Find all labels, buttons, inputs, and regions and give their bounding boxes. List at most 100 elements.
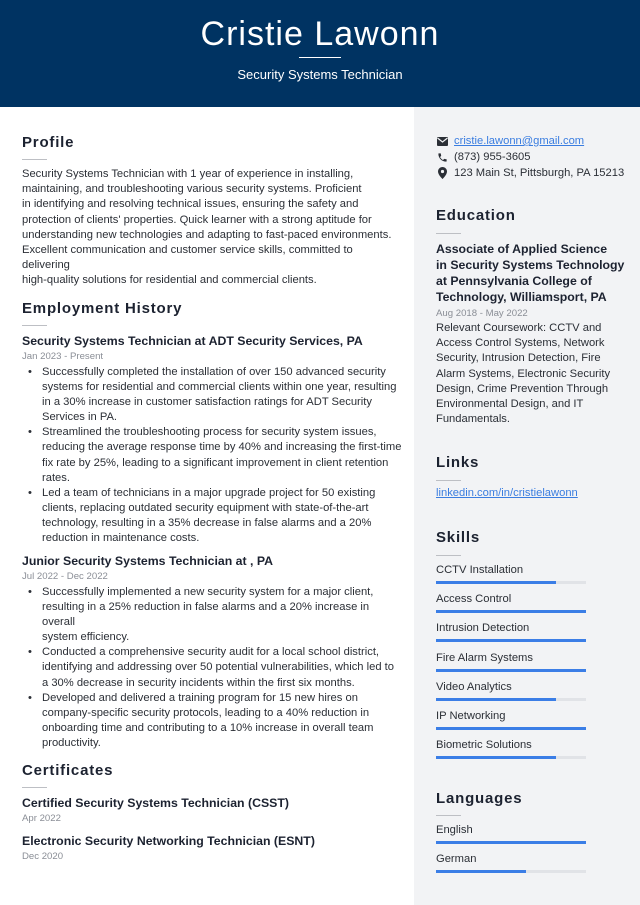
bullet-line: in a 30% increase in customer satisfacti… <box>42 396 372 409</box>
links-divider <box>436 480 461 481</box>
bullet-line: clients, replacing outdated security equ… <box>42 501 369 514</box>
map-pin-icon <box>436 167 448 179</box>
coursework-line: Fundamentals. <box>436 413 511 426</box>
job-bullet: Streamlined the troubleshooting process … <box>28 425 402 485</box>
coursework-line: Design, Crime Prevention Through <box>436 382 609 395</box>
bullet-line: Streamlined the troubleshooting process … <box>42 426 377 439</box>
phone-icon <box>436 151 448 163</box>
bullet-line: fix rate by 25%, leading to a significan… <box>42 456 389 469</box>
address: 123 Main St, Pittsburgh, PA 15213 <box>454 167 625 179</box>
contact-email-row: cristie.lawonn@gmail.com <box>436 133 636 149</box>
job-bullets: Successfully implemented a new security … <box>22 585 402 751</box>
certificate-date: Dec 2020 <box>22 851 64 862</box>
skill-level-fill <box>436 727 586 730</box>
language-item: German <box>436 852 596 873</box>
bullet-line: Services in PA. <box>42 411 118 424</box>
job-entry-dates: Jul 2022 - Dec 2022 <box>22 571 108 582</box>
sidebar <box>414 107 640 905</box>
skill-item: CCTV Installation <box>436 563 596 584</box>
profile-heading: Profile <box>22 134 75 151</box>
job-bullet: Led a team of technicians in a major upg… <box>28 486 402 546</box>
coursework-line: Relevant Coursework: CCTV and <box>436 322 602 334</box>
bullet-line: a 30% decrease in security incidents wit… <box>42 676 355 689</box>
skill-level-fill <box>436 639 586 643</box>
language-item: English <box>436 823 596 844</box>
contact-address-row: 123 Main St, Pittsburgh, PA 15213 <box>436 165 636 181</box>
bullet-line: system efficiency. <box>42 631 130 644</box>
skill-name: Intrusion Detection <box>436 622 530 635</box>
skill-item: Access Control <box>436 592 596 614</box>
job-bullets: Successfully completed the installation … <box>22 365 402 546</box>
skill-level-fill <box>436 581 556 584</box>
bullet-line: systems for residential and commercial c… <box>42 381 397 394</box>
education-entry: Associate of Applied Science in Security… <box>436 241 626 427</box>
profile-line: Excellent communication and customer ser… <box>22 244 353 272</box>
education-dates: Aug 2018 - May 2022 <box>436 308 528 319</box>
skill-name: IP Networking <box>436 710 506 722</box>
coursework-line: Security, Intrusion Detection, Fire <box>436 352 601 365</box>
phone-number: (873) 955-3605 <box>454 151 531 163</box>
skill-item: IP Networking <box>436 709 596 730</box>
skill-item: Intrusion Detection <box>436 621 596 643</box>
skill-level-fill <box>436 697 556 701</box>
employment-divider <box>22 325 47 326</box>
education-divider <box>436 233 461 234</box>
email-link[interactable]: cristie.lawonn@gmail.com <box>454 135 584 147</box>
job-entry-title: Security Systems Technician at ADT Secur… <box>22 334 363 348</box>
certificate-item: Certified Security Systems Technician (C… <box>22 795 402 825</box>
employment-heading: Employment History <box>22 300 183 317</box>
certificate-name: Electronic Security Networking Technicia… <box>22 834 315 848</box>
languages-divider <box>436 815 461 816</box>
skill-name: Biometric Solutions <box>436 739 532 752</box>
linkedin-link[interactable]: linkedin.com/in/cristielawonn <box>436 487 578 499</box>
skill-level-bar <box>436 639 586 643</box>
degree-line: Technology, Williamsport, PA <box>436 290 607 304</box>
bullet-line: Conducted a comprehensive security audit… <box>42 646 380 659</box>
skill-level-bar <box>436 727 586 730</box>
coursework-line: Environmental Design, and IT <box>436 398 584 411</box>
job-entry-dates: Jan 2023 - Present <box>22 351 104 362</box>
degree-line: in Security Systems Technology <box>436 258 625 272</box>
header-divider <box>299 57 341 58</box>
profile-line: in identifying and resolving technical i… <box>22 198 359 211</box>
job-entry-title: Junior Security Systems Technician at , … <box>22 554 274 568</box>
job-entry: Junior Security Systems Technician at , … <box>22 553 402 751</box>
language-name: German <box>436 853 477 865</box>
coursework-line: Alarm Systems, Electronic Security <box>436 367 611 380</box>
skill-level-bar <box>436 610 586 614</box>
coursework-line: Access Control Systems, Network <box>436 337 605 350</box>
bullet-line: reducing the average response time by 40… <box>42 441 402 454</box>
profile-line: understanding new technologies and adapt… <box>22 228 392 241</box>
links-heading: Links <box>436 454 480 471</box>
certificate-item: Electronic Security Networking Technicia… <box>22 833 402 863</box>
bullet-line: company-specific security protocols, lea… <box>42 706 370 719</box>
coursework: Relevant Coursework: CCTV and Access Con… <box>436 321 626 427</box>
job-title: Security Systems Technician <box>237 67 403 82</box>
language-level-bar <box>436 841 586 844</box>
degree: Associate of Applied Science in Security… <box>436 241 626 305</box>
profile-line: Security Systems Technician with 1 year … <box>22 168 354 180</box>
bullet-line: resulting in a 25% reduction in false al… <box>42 601 370 629</box>
job-bullet: Successfully completed the installation … <box>28 365 402 425</box>
skill-level-bar <box>436 668 586 672</box>
profile-divider <box>22 159 47 160</box>
contact-info: cristie.lawonn@gmail.com (873) 955-3605 … <box>436 133 636 181</box>
skill-level-bar <box>436 756 586 760</box>
education-heading: Education <box>436 207 516 224</box>
skill-item: Fire Alarm Systems <box>436 651 596 672</box>
language-name: English <box>436 824 473 836</box>
bullet-line: onboarding time and contributing to a 10… <box>42 721 374 734</box>
skill-name: Video Analytics <box>436 680 512 693</box>
bullet-line: identifying and addressing over 50 poten… <box>42 661 395 674</box>
bullet-line: rates. <box>42 471 70 484</box>
certificate-date: Apr 2022 <box>22 813 61 824</box>
skill-item: Video Analytics <box>436 680 596 701</box>
skill-item: Biometric Solutions <box>436 738 596 760</box>
profile-line: protection of clients' properties. Quick… <box>22 213 372 226</box>
profile-summary: Security Systems Technician with 1 year … <box>22 167 402 289</box>
skills-heading: Skills <box>436 529 480 546</box>
skill-level-bar <box>436 697 586 701</box>
bullet-line: Successfully implemented a new security … <box>42 586 374 598</box>
job-bullet: Conducted a comprehensive security audit… <box>28 645 402 690</box>
bullet-line: Successfully completed the installation … <box>42 366 386 378</box>
